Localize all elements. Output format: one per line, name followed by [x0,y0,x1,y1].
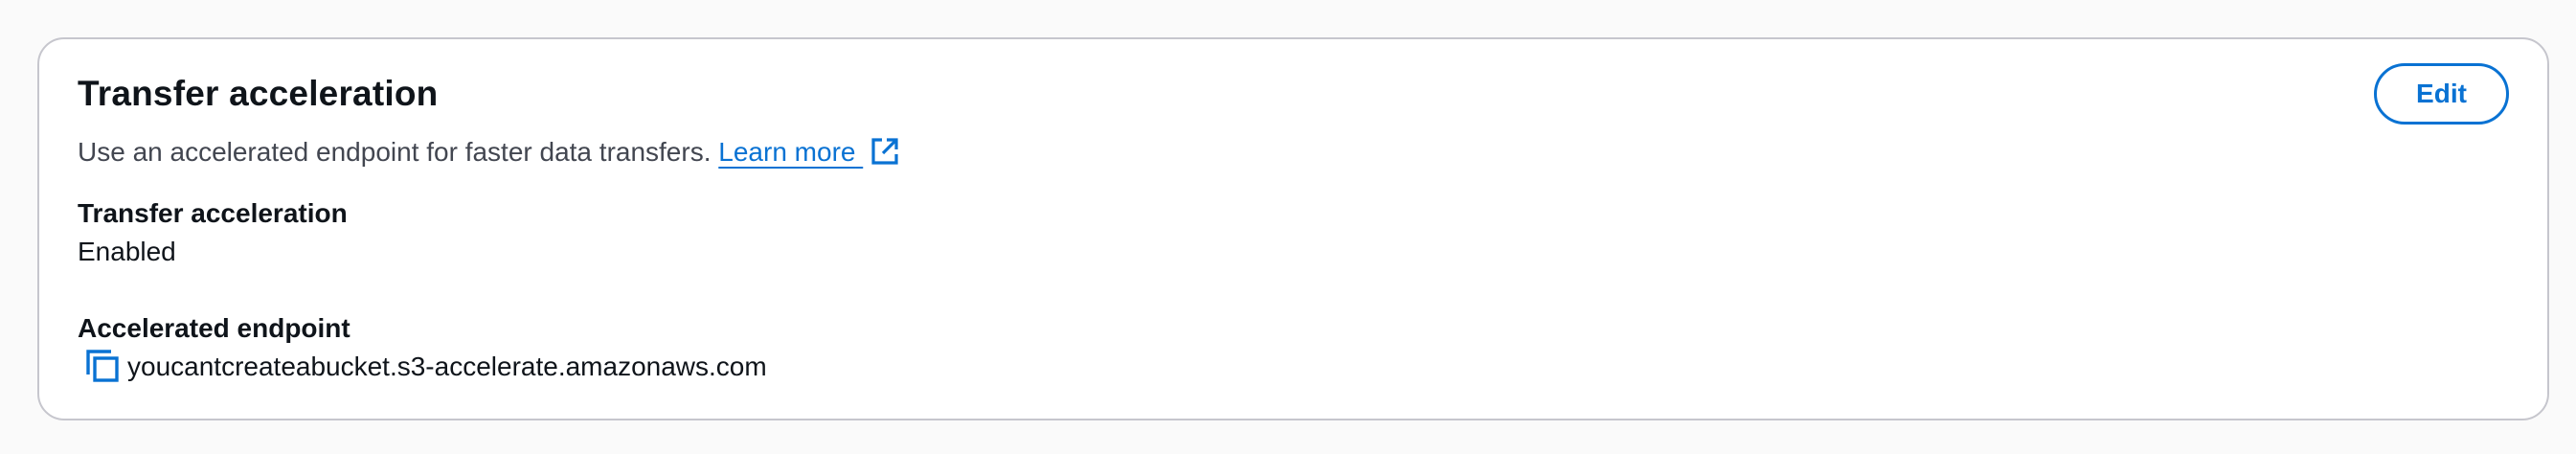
learn-more-link[interactable]: Learn more [718,137,863,167]
transfer-acceleration-panel: Transfer acceleration Use an accelerated… [37,37,2549,420]
edit-button[interactable]: Edit [2374,63,2509,125]
learn-more-label: Learn more [718,137,856,167]
accelerated-endpoint-value: youcantcreateabucket.s3-accelerate.amazo… [127,352,767,381]
accelerated-endpoint-row: youcantcreateabucket.s3-accelerate.amazo… [83,348,767,386]
transfer-acceleration-label: Transfer acceleration [78,198,348,228]
accelerated-endpoint-label: Accelerated endpoint [78,313,350,343]
panel-description: Use an accelerated endpoint for faster d… [78,133,899,171]
panel-title: Transfer acceleration [78,74,439,113]
description-text: Use an accelerated endpoint for faster d… [78,137,712,167]
transfer-acceleration-value: Enabled [78,237,176,266]
copy-endpoint-button[interactable] [83,348,122,386]
copy-icon [86,349,119,385]
external-link-icon[interactable] [870,137,899,166]
